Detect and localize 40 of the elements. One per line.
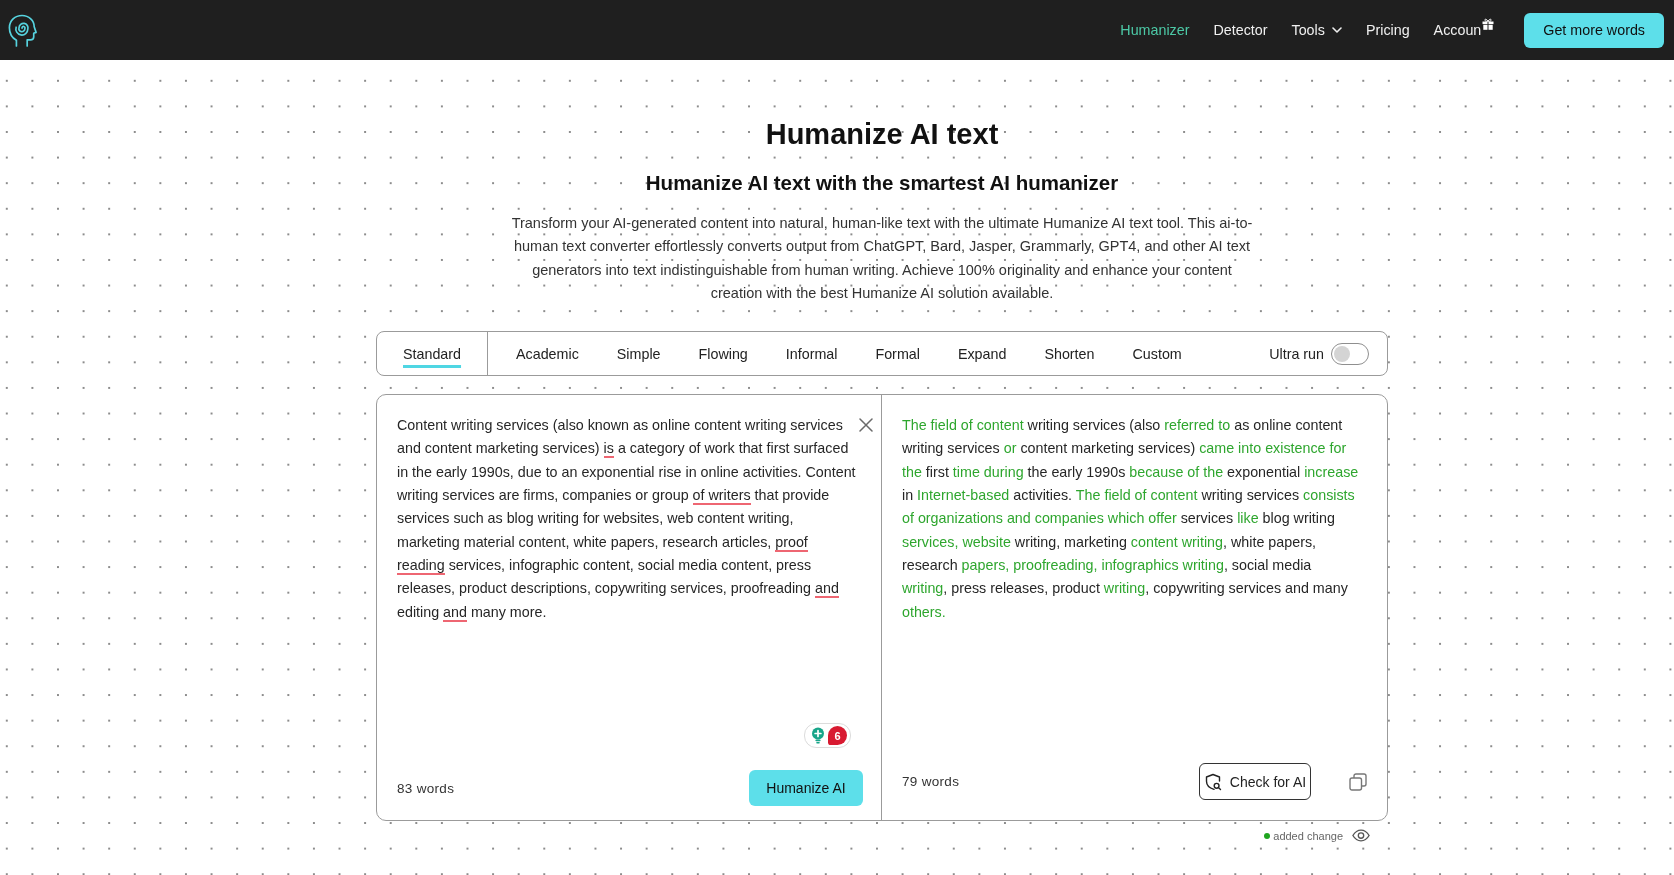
page-subtitle: Humanize AI text with the smartest AI humanizer bbox=[645, 170, 1119, 196]
mode-tab[interactable]: Academic bbox=[516, 332, 579, 376]
output-text: The field of content writing services (also referred to as online content writing services or content marketing services) came into existence for the first time during the early 1990s because of the exponential increase in Internet-based activities. The field of content writing services consists of organizations and companies which offer services like blog writing services, website writing, marketing content writing, white papers, research papers, proofreading, infographics writing, social media writing, press releases, product writing, copywriting services and many others. bbox=[902, 416, 1359, 622]
ultra-run-toggle[interactable] bbox=[1331, 342, 1369, 365]
clear-button[interactable] bbox=[859, 418, 873, 433]
input-text-field[interactable]: Content writing services (also known as online content writing services and content marketing services) is a category of work that first surfaced in the early 1990s, due to an exponential rise in online activities. Content writing services are firms, companies or group of writers that provide services such as blog writing for websites, web content writing, marketing material content, white papers, research articles, proof reading services, infographic content, social media content, press releases, product descriptions, copywriting services, proofreading and editing and many more. bbox=[397, 414, 857, 624]
nav-link[interactable]: Humanizer bbox=[1120, 22, 1190, 38]
mode-tab[interactable]: Expand bbox=[957, 332, 1007, 376]
nav-dropdown[interactable]: Tools bbox=[1291, 22, 1342, 38]
mode-tab[interactable]: Informal bbox=[785, 332, 838, 376]
get-more-words-button[interactable]: Get more words bbox=[1524, 12, 1664, 48]
ultra-run-label: Ultra run bbox=[1269, 345, 1324, 362]
logo-icon[interactable] bbox=[8, 13, 37, 47]
nav-link[interactable]: Detector bbox=[1213, 22, 1268, 38]
assistant-widget[interactable]: 6 bbox=[804, 723, 851, 749]
mode-tab[interactable]: Custom bbox=[1132, 332, 1182, 376]
copy-button[interactable] bbox=[1349, 772, 1367, 791]
eye-icon[interactable] bbox=[1352, 829, 1370, 843]
mode-tab[interactable]: Standard bbox=[377, 332, 489, 376]
nav-link[interactable]: Accoun bbox=[1433, 18, 1495, 42]
shield-search-icon bbox=[1203, 772, 1222, 791]
issue-count-badge: 6 bbox=[828, 726, 847, 746]
legend-dot-icon bbox=[1264, 832, 1271, 839]
nav-link[interactable]: Pricing bbox=[1365, 22, 1410, 38]
word-count: 79 words bbox=[902, 774, 960, 790]
close-icon bbox=[859, 418, 873, 433]
mode-tab[interactable]: Formal bbox=[875, 332, 920, 376]
lightbulb-icon bbox=[811, 727, 825, 745]
intro-paragraph: Transform your AI-generated content into natural, human-like text with the ultimate Humanize AI text tool. This ai-to-human text converter effortlessly converts output from ChatGPT, Bard, Jasper, Grammarly, GPT4, and other AI text generators into text indistinguishable from human writing. Achieve 100% originality and enhance your content creation with the best Humanize AI solution available. bbox=[510, 214, 1254, 303]
mode-tab[interactable]: Simple bbox=[616, 332, 661, 376]
copy-icon bbox=[1349, 772, 1367, 791]
legend-label: added change bbox=[1273, 829, 1343, 842]
check-for-ai-button[interactable]: Check for AI bbox=[1199, 763, 1311, 801]
page-title: Humanize AI text bbox=[765, 117, 999, 152]
humanize-button[interactable]: Humanize AI bbox=[749, 770, 863, 807]
caret-icon bbox=[1331, 27, 1342, 33]
mode-tab[interactable]: Flowing bbox=[698, 332, 748, 376]
word-count: 83 words bbox=[397, 780, 455, 796]
gift-icon bbox=[1482, 18, 1495, 30]
mode-tab[interactable]: Shorten bbox=[1044, 332, 1095, 376]
